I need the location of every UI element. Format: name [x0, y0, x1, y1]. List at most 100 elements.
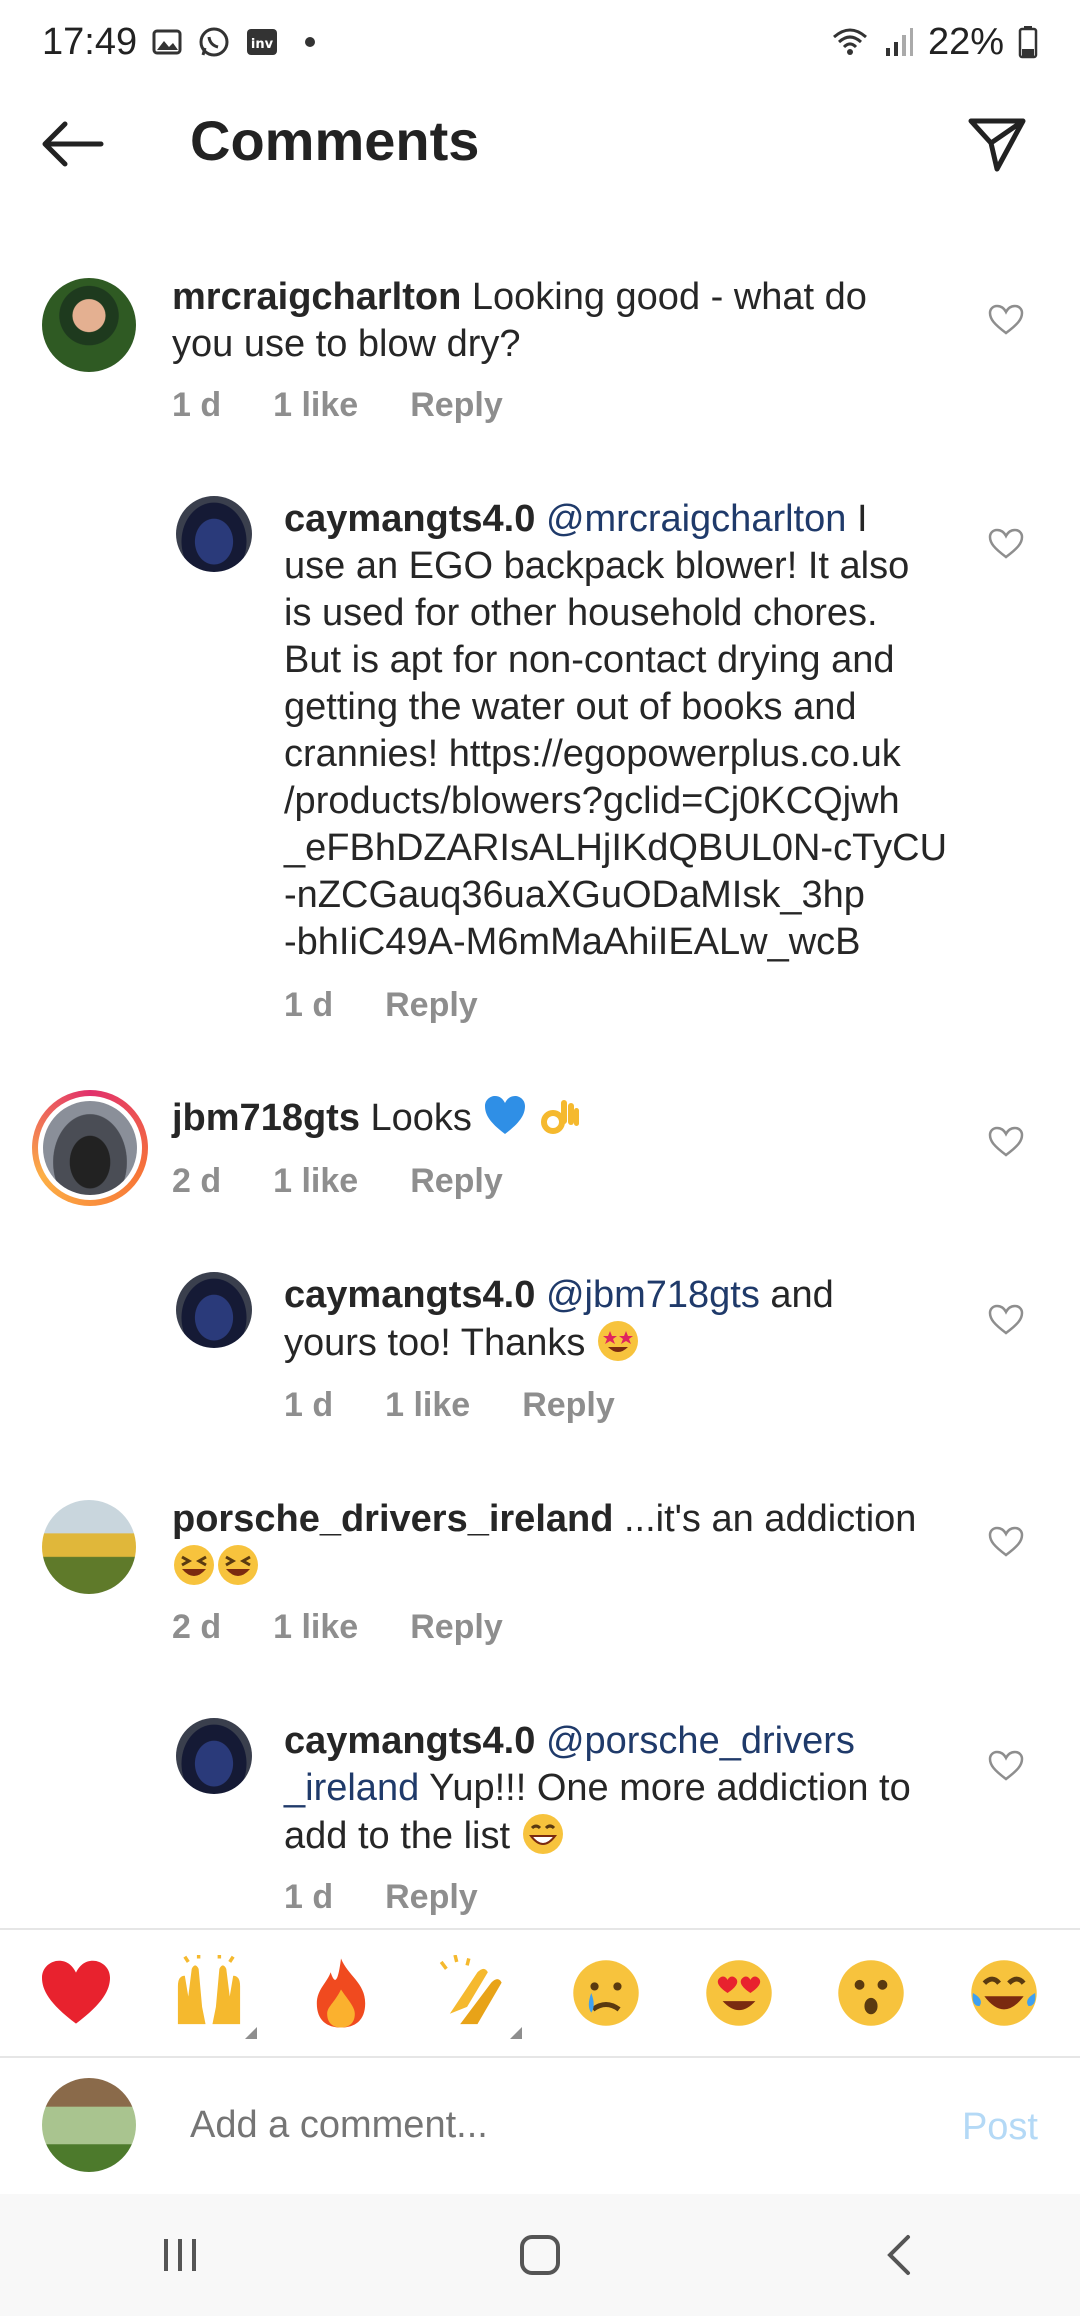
avatar[interactable] — [42, 278, 136, 372]
mention-link-cont[interactable]: _ireland — [284, 1767, 419, 1809]
blue-heart-icon — [483, 1094, 527, 1138]
heart-outline-icon — [988, 1750, 1024, 1781]
back-button[interactable] — [38, 114, 108, 174]
mention-link[interactable]: @jbm718gts — [546, 1274, 760, 1316]
comment-username[interactable]: jbm718gts — [172, 1097, 360, 1139]
wifi-icon — [830, 25, 870, 59]
status-right: 22% — [830, 21, 1038, 64]
comment-text: porsche_drivers_ireland ...it's an addic… — [172, 1496, 972, 1591]
comment-body-cont: add to the list — [284, 1815, 511, 1857]
notification-dot-icon — [305, 37, 316, 47]
status-left: 17:49 inv — [42, 21, 316, 64]
home-icon — [520, 2235, 560, 2275]
system-nav-bar — [0, 2194, 1080, 2316]
comment-input[interactable] — [190, 2104, 890, 2147]
comment-username[interactable]: mrcraigcharlton — [172, 276, 461, 318]
grinning-sweat-icon — [521, 1812, 565, 1856]
svg-text:inv: inv — [251, 37, 274, 52]
comment-body: Yup!!! One more addiction to — [429, 1767, 911, 1809]
comment-text: jbm718gts Looks — [172, 1094, 972, 1142]
comment-username[interactable]: caymangts4.0 — [284, 1274, 535, 1316]
comment-body-cont: you use to blow dry? — [172, 323, 521, 365]
comment-line: -bhIiC49A-M6mMaAhiIEALw_wcB — [284, 921, 861, 963]
emoji-red-heart[interactable] — [34, 1951, 118, 2035]
comment-age: 1 d — [172, 386, 222, 424]
comment-username[interactable]: caymangts4.0 — [284, 498, 535, 540]
fire-icon — [317, 1958, 366, 2028]
reply-button[interactable]: Reply — [410, 386, 503, 425]
comment-body-cont: yours too! Thanks — [284, 1322, 586, 1364]
comment-line: /products/blowers?gclid=Cj0KCQjwh — [284, 780, 900, 822]
header-bar: Comments — [0, 84, 1080, 204]
comment-likes[interactable]: 1 like — [273, 1608, 358, 1647]
nav-back-button[interactable] — [855, 2220, 945, 2290]
gallery-icon — [151, 26, 183, 58]
comment-age: 1 d — [284, 1386, 334, 1424]
home-button[interactable] — [495, 2220, 585, 2290]
tears-of-joy-icon — [971, 1960, 1037, 2026]
emoji-fire[interactable] — [299, 1951, 383, 2035]
comment-meta: 1 d Reply — [284, 986, 478, 1025]
comment-meta: 2 d 1 like Reply — [172, 1608, 503, 1647]
comment-meta: 1 d 1 like Reply — [172, 386, 503, 425]
mention-link[interactable]: @mrcraigcharlton — [546, 498, 846, 540]
share-button[interactable] — [964, 112, 1030, 178]
comment-likes[interactable]: 1 like — [273, 386, 358, 425]
comment-body: ...it's an addiction — [624, 1498, 917, 1540]
like-button[interactable] — [986, 1122, 1026, 1162]
comment-line: use an EGO backpack blower! It also — [284, 545, 910, 587]
mention-link[interactable]: @porsche_drivers — [546, 1720, 855, 1762]
battery-percent: 22% — [927, 20, 1004, 63]
like-button[interactable] — [986, 1522, 1026, 1562]
status-bar: 17:49 inv 22% — [0, 0, 1080, 84]
raising-hands-icon — [177, 1955, 240, 2025]
surprised-face-icon — [838, 1960, 904, 2026]
laughing-squint-icon — [216, 1543, 260, 1587]
crying-face-icon — [573, 1960, 639, 2026]
comment-age: 1 d — [284, 986, 334, 1024]
emoji-raising-hands[interactable] — [167, 1951, 257, 2039]
reply-button[interactable]: Reply — [410, 1608, 503, 1647]
reply-button[interactable]: Reply — [522, 1386, 615, 1425]
heart-outline-icon — [988, 1526, 1024, 1557]
current-user-avatar — [42, 2078, 136, 2172]
like-button[interactable] — [986, 300, 1026, 340]
avatar[interactable] — [176, 1272, 252, 1348]
reply-button[interactable]: Reply — [385, 986, 478, 1025]
comment-line: is used for other household chores. — [284, 592, 878, 634]
comment-body: Looks — [370, 1097, 472, 1139]
emoji-tears-of-joy[interactable] — [962, 1951, 1046, 2035]
heart-eyes-icon — [706, 1960, 772, 2026]
comment-age: 1 d — [284, 1878, 334, 1916]
avatar-story-ring[interactable] — [32, 1090, 148, 1206]
emoji-clapping-hands[interactable] — [432, 1951, 522, 2039]
emoji-surprised-face[interactable] — [829, 1951, 913, 2035]
like-button[interactable] — [986, 524, 1026, 564]
emoji-heart-eyes[interactable] — [697, 1951, 781, 2035]
comment-body: and — [770, 1274, 834, 1316]
comment-username[interactable]: porsche_drivers_ireland — [172, 1498, 613, 1540]
reply-button[interactable]: Reply — [410, 1162, 503, 1201]
comment-line: crannies! https://egopowerplus.co.uk — [284, 733, 901, 775]
comment-text: caymangts4.0 @jbm718gts and yours too! T… — [284, 1272, 964, 1367]
recent-apps-button[interactable] — [135, 2220, 225, 2290]
comment-likes[interactable]: 1 like — [273, 1162, 358, 1201]
comment-meta: 2 d 1 like Reply — [172, 1162, 503, 1201]
like-button[interactable] — [986, 1746, 1026, 1786]
like-button[interactable] — [986, 1300, 1026, 1340]
heart-outline-icon — [988, 304, 1024, 335]
comment-likes[interactable]: 1 like — [385, 1386, 470, 1425]
add-comment-bar: Post — [0, 2058, 1080, 2194]
reply-button[interactable]: Reply — [385, 1878, 478, 1917]
avatar[interactable] — [176, 496, 252, 572]
comment-username[interactable]: caymangts4.0 — [284, 1720, 535, 1762]
emoji-crying-face[interactable] — [564, 1951, 648, 2035]
battery-icon — [1018, 25, 1038, 59]
heart-outline-icon — [988, 1304, 1024, 1335]
avatar[interactable] — [176, 1718, 252, 1794]
avatar[interactable] — [42, 1500, 136, 1594]
comment-age: 2 d — [172, 1162, 222, 1200]
post-button[interactable]: Post — [962, 2106, 1038, 2149]
signal-icon — [884, 26, 914, 58]
laughing-squint-icon — [172, 1543, 216, 1587]
